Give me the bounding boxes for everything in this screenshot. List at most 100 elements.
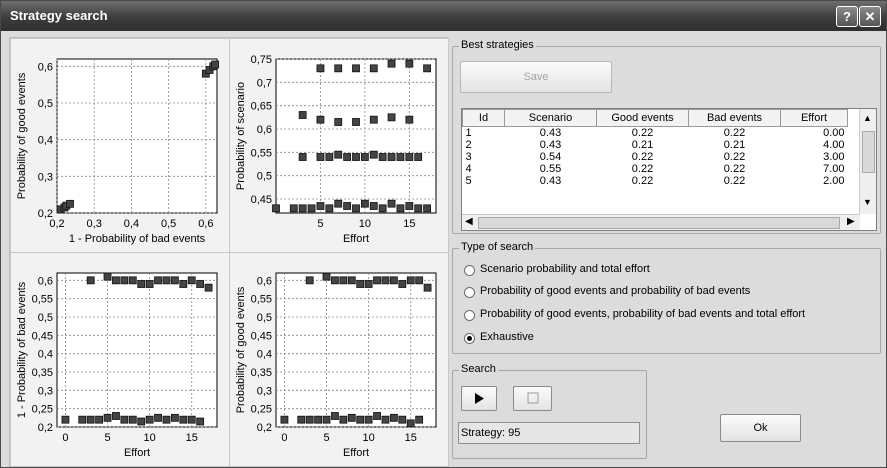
type-of-search-group: Type of search Scenario probability and … bbox=[452, 241, 881, 354]
radio-label: Scenario probability and total effort bbox=[480, 263, 650, 275]
y-tick-label: 0,2 bbox=[38, 208, 53, 220]
data-point bbox=[360, 199, 369, 208]
y-tick-label: 0,6 bbox=[38, 61, 53, 73]
data-point bbox=[316, 115, 325, 124]
y-tick-label: 0,65 bbox=[251, 101, 272, 113]
ok-button[interactable]: Ok bbox=[720, 414, 801, 442]
data-point bbox=[352, 153, 360, 161]
table-cell: 3.00 bbox=[823, 151, 845, 163]
data-point bbox=[396, 153, 405, 161]
data-point bbox=[356, 415, 365, 424]
table-row[interactable]: 2 0.43 0.21 0.21 4.00 bbox=[463, 139, 848, 151]
data-point bbox=[405, 202, 414, 210]
vertical-scrollbar[interactable]: ▲ ▼ bbox=[859, 109, 876, 214]
x-axis-label: Effort bbox=[343, 233, 369, 245]
table-cell: 0.00 bbox=[823, 127, 845, 139]
data-point bbox=[378, 204, 387, 213]
table-row[interactable]: 3 0.54 0.22 0.22 3.00 bbox=[463, 151, 848, 163]
table-cell: 3 bbox=[465, 151, 472, 163]
vertical-scroll-thumb[interactable] bbox=[862, 131, 875, 173]
search-title: Search bbox=[459, 363, 498, 375]
x-tick-label: 10 bbox=[144, 432, 156, 444]
x-tick-label: 10 bbox=[363, 432, 375, 444]
data-point bbox=[305, 276, 314, 285]
column-header[interactable]: Id bbox=[462, 109, 505, 127]
y-tick-label: 0,45 bbox=[251, 330, 272, 342]
radio-icon[interactable] bbox=[464, 287, 475, 298]
table-cell: 0.22 bbox=[631, 127, 654, 139]
table-row[interactable]: 1 0.43 0.22 0.22 0.00 bbox=[463, 127, 848, 140]
plot-area bbox=[56, 58, 218, 214]
column-header[interactable]: Scenario bbox=[504, 109, 597, 127]
table-row[interactable]: 4 0.55 0.22 0.22 7.00 bbox=[463, 163, 848, 175]
radio-icon[interactable] bbox=[464, 333, 475, 344]
chart-svg-4: 0 5 10 15 0,2 0,25 0,3 0,35 0,4 0,45 0,5 0,55 0,6 Eff… bbox=[235, 272, 437, 459]
x-tick-label: 0 bbox=[62, 432, 68, 444]
chart-scenario-vs-effort: 5 10 15 0,45 0,5 0,55 0,6 0,65 0,7 0,75 Effort Prob… bbox=[229, 38, 449, 253]
help-button[interactable]: ? bbox=[836, 6, 858, 27]
radio-icon[interactable] bbox=[464, 265, 475, 276]
data-point bbox=[204, 283, 213, 292]
table-cell: 0.22 bbox=[631, 163, 654, 175]
data-point bbox=[120, 415, 129, 424]
stop-icon bbox=[527, 392, 539, 404]
data-point bbox=[86, 415, 95, 424]
table-cell: 2 bbox=[465, 139, 472, 151]
data-point bbox=[298, 153, 307, 161]
horizontal-scroll-thumb[interactable] bbox=[478, 217, 840, 229]
radio-icon[interactable] bbox=[464, 310, 475, 321]
x-tick-label: 0,4 bbox=[124, 218, 139, 230]
x-tick-label: 0,5 bbox=[161, 218, 176, 230]
data-point bbox=[137, 280, 146, 288]
data-point bbox=[187, 276, 196, 285]
column-header[interactable]: Effort bbox=[780, 109, 848, 127]
title-bar[interactable]: Strategy search ? ✕ bbox=[1, 1, 886, 31]
column-header[interactable]: Bad events bbox=[688, 109, 781, 127]
plot-area bbox=[275, 272, 437, 428]
best-strategies-group: Best strategies Save Id Scenario Good even… bbox=[452, 39, 881, 234]
data-point bbox=[369, 202, 378, 210]
save-button[interactable]: Save bbox=[460, 61, 612, 93]
data-point bbox=[95, 415, 104, 424]
data-point bbox=[187, 415, 196, 424]
data-point bbox=[389, 413, 398, 422]
data-point bbox=[316, 202, 325, 210]
chart-good-vs-effort: 0 5 10 15 0,2 0,25 0,3 0,35 0,4 0,45 0,5 0,55 0,6 Eff… bbox=[229, 252, 449, 467]
data-point bbox=[86, 276, 95, 285]
data-point bbox=[272, 204, 280, 213]
data-point bbox=[405, 153, 414, 161]
y-tick-label: 0,5 bbox=[38, 98, 53, 110]
chart-svg-2: 5 10 15 0,45 0,5 0,55 0,6 0,65 0,7 0,75 Effort Prob… bbox=[235, 54, 437, 245]
close-button[interactable]: ✕ bbox=[859, 6, 881, 27]
x-tick-label: 0,6 bbox=[198, 218, 213, 230]
data-point bbox=[352, 118, 360, 126]
stop-search-button[interactable] bbox=[513, 386, 552, 411]
data-point bbox=[334, 64, 343, 73]
column-header[interactable]: Good events bbox=[596, 109, 689, 127]
data-point bbox=[387, 113, 396, 122]
charts-panel: 0,2 0,3 0,4 0,5 0,6 0,2 0,3 0,4 0,5 0,6 1 - Probab… bbox=[9, 37, 449, 467]
scroll-down-icon[interactable]: ▼ bbox=[863, 197, 872, 207]
table-cell: 0.43 bbox=[539, 127, 562, 139]
data-point bbox=[398, 280, 407, 288]
scroll-left-icon[interactable]: ◀ bbox=[465, 216, 473, 227]
y-axis-label: 1 - Probability of bad events bbox=[16, 281, 28, 418]
data-point bbox=[128, 276, 137, 285]
y-tick-label: 0,55 bbox=[251, 147, 272, 159]
scroll-up-icon[interactable]: ▲ bbox=[863, 113, 872, 123]
data-point bbox=[334, 150, 343, 159]
data-point bbox=[369, 64, 378, 73]
best-strategies-title: Best strategies bbox=[459, 39, 536, 51]
table-cell: 5 bbox=[465, 175, 472, 187]
y-tick-label: 0,5 bbox=[38, 312, 53, 324]
data-point bbox=[297, 415, 306, 424]
scroll-right-icon[interactable]: ▶ bbox=[847, 216, 855, 227]
table-row[interactable]: 5 0.43 0.22 0.22 2.00 bbox=[463, 175, 848, 187]
data-point bbox=[373, 276, 381, 285]
strategy-search-window: Strategy search ? ✕ 0,2 0,3 0,4 0,5 0,6 0,2 0,… bbox=[0, 0, 887, 468]
y-tick-label: 0,4 bbox=[257, 349, 272, 361]
start-search-button[interactable] bbox=[461, 386, 497, 411]
horizontal-scrollbar[interactable]: ◀ ▶ bbox=[462, 214, 860, 230]
type-of-search-title: Type of search bbox=[459, 241, 536, 253]
data-point bbox=[364, 280, 373, 288]
